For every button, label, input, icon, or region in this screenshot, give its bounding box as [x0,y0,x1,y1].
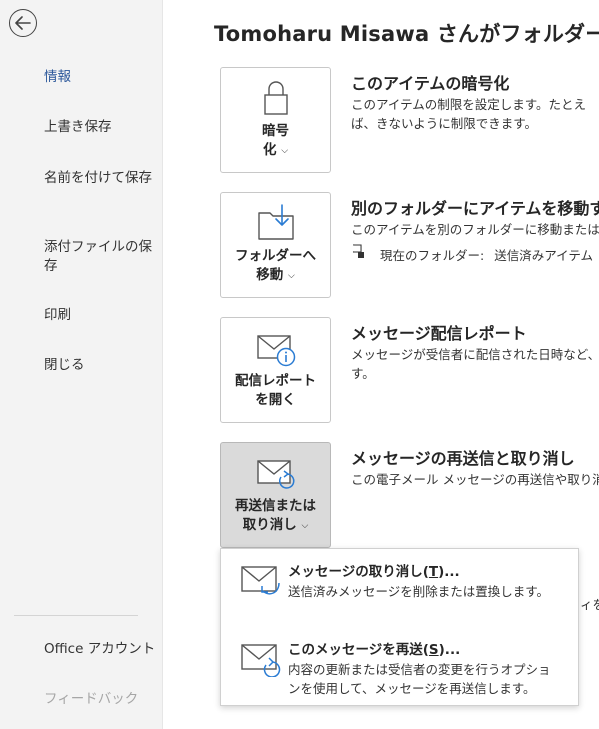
report-label-line2: を開く [255,392,296,408]
back-arrow-icon [15,16,31,30]
resend-label-line2: 取り消し [242,517,297,533]
move-label-line1: フォルダーへ [235,248,316,264]
resend-title: このメッセージを再送(S)... [288,642,461,658]
resend-recall-icon [256,460,294,489]
encrypt-label-line1: 暗号 [262,123,289,139]
lock-icon [263,81,288,115]
report-description: メッセージが受信者に配信された日時など、す。 [351,347,599,381]
resend-message-icon [241,644,281,677]
resend-recall-button[interactable]: 再送信または 取り消し ⌵ [220,442,331,548]
resend-heading: メッセージの再送信と取り消し [351,449,575,468]
back-button[interactable] [9,9,37,37]
chevron-down-icon: ⌵ [301,521,309,531]
chevron-down-icon: ⌵ [281,146,289,156]
menu-item-recall[interactable]: メッセージの取り消し(T)... 送信済みメッセージを削除または置換します。 [221,549,578,625]
resend-description: この電子メール メッセージの再送信や取り消 [351,472,599,487]
recall-description: 送信済みメッセージを削除または置換します。 [288,584,550,599]
nav-save[interactable]: 上書き保存 [44,118,156,137]
page-title: Tomoharu Misawa さんがフォルダー [214,22,599,46]
sidebar-divider [14,615,138,616]
nav-feedback: フィードバック [44,691,139,707]
peek-text: ィを [580,597,599,612]
encrypt-heading: このアイテムの暗号化 [351,74,510,93]
nav-print[interactable]: 印刷 [44,306,156,325]
nav-save-as[interactable]: 名前を付けて保存 [44,169,156,188]
bullet-icon [358,252,364,258]
delivery-report-button[interactable]: 配信レポート を開く [220,317,331,423]
nav-save-attachments[interactable]: 添付ファイルの保存 [44,238,156,276]
delivery-report-icon [256,335,295,367]
resend-label-line1: 再送信または [235,498,316,514]
nav-info[interactable]: 情報 [44,68,156,87]
nav-office-account[interactable]: Office アカウント [44,640,159,659]
current-folder-value: 送信済みアイテム [494,248,593,263]
report-label-line1: 配信レポート [235,373,316,389]
menu-item-resend[interactable]: このメッセージを再送(S)... 内容の更新または受信者の変更を行うオプションを… [221,627,578,703]
current-folder-label: 現在のフォルダー: [380,248,485,263]
encrypt-label-line2: 化 [262,142,277,158]
move-heading: 別のフォルダーにアイテムを移動す [351,199,599,218]
move-to-folder-button[interactable]: フォルダーへ 移動 ⌵ [220,192,331,298]
encrypt-button[interactable]: 暗号 化 ⌵ [220,67,331,173]
recall-title: メッセージの取り消し(T)... [288,564,460,580]
recall-message-icon [241,566,280,595]
encrypt-description: このアイテムの制限を設定します。たとえば、きないように制限できます。 [351,97,587,131]
backstage-sidebar: 情報 上書き保存 名前を付けて保存 添付ファイルの保存 印刷 閉じる Offic… [0,0,163,729]
current-folder-item: 現在のフォルダー: 送信済みアイテム [358,245,593,264]
move-label-line2: 移動 [256,267,284,283]
nav-close[interactable]: 閉じる [44,356,156,375]
report-heading: メッセージ配信レポート [351,324,527,343]
move-to-folder-icon [257,204,294,240]
chevron-down-icon: ⌵ [287,271,295,281]
resend-description-menu: 内容の更新または受信者の変更を行うオプションを使用して、メッセージを再送信します… [288,662,551,696]
resend-recall-menu: メッセージの取り消し(T)... 送信済みメッセージを削除または置換します。 こ… [220,548,579,706]
